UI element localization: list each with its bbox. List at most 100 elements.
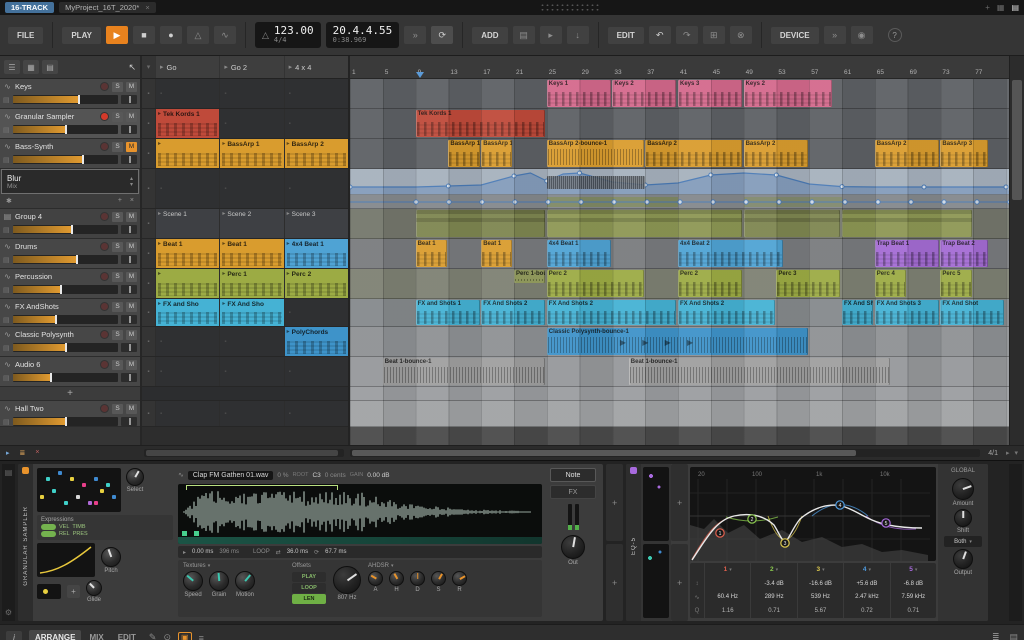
undo-icon[interactable]: ↶ xyxy=(648,26,671,44)
arranger-clip[interactable]: FX And Shots 3 xyxy=(874,300,939,325)
track-row[interactable]: ∿ Granular Sampler S M ▤ xyxy=(0,109,140,139)
tempo-display[interactable]: △ 123.00 4/4 xyxy=(254,22,321,48)
solo-button[interactable]: S xyxy=(112,141,123,152)
clip-stop-button[interactable]: ▪ xyxy=(142,169,155,208)
arranger-clip[interactable]: FX And Shot xyxy=(940,300,1005,325)
eq-band-4[interactable]: 4 ▾ +5.6 dB 2.47 kHz 0.72 xyxy=(843,563,889,618)
clip-stop-button[interactable]: ▪ xyxy=(142,299,155,326)
sample-end-value[interactable]: 396 ms xyxy=(219,549,239,555)
import-icon[interactable]: ↓ xyxy=(566,26,589,44)
eq-band-gain[interactable]: -6.8 dB xyxy=(891,577,936,591)
record-arm-button[interactable] xyxy=(100,404,109,413)
sample-percent[interactable]: 0 % xyxy=(277,472,288,479)
eq-band-q[interactable]: 0.72 xyxy=(844,604,889,618)
eq-band-3[interactable]: 3 ▾ -16.6 dB 539 Hz 5.67 xyxy=(796,563,843,618)
view-edit-button[interactable]: EDIT xyxy=(112,630,142,640)
arranger-clip[interactable]: BassArp 1 xyxy=(481,140,513,167)
eq-band-gain[interactable]: +5.6 dB xyxy=(844,577,889,591)
empty-clip-slot[interactable]: ▪ xyxy=(220,169,284,208)
add-automation-lane-icon[interactable]: + xyxy=(118,197,122,204)
pan-control[interactable] xyxy=(121,225,137,234)
empty-clip-slot[interactable]: ▪ xyxy=(284,357,348,386)
panel-pages-icon[interactable]: ▤ xyxy=(5,468,13,477)
arranger-clip[interactable] xyxy=(743,210,841,237)
add-window-icon[interactable]: + xyxy=(985,3,990,12)
project-tab-16track[interactable]: 16-TRACK xyxy=(5,2,55,13)
filter-cutoff-value[interactable]: 807 Hz xyxy=(337,595,356,601)
clip-slot[interactable]: ▸ Scene 3 xyxy=(284,209,348,238)
clear-icon[interactable]: × xyxy=(35,449,39,457)
add-play-icon[interactable]: ▸ xyxy=(539,26,562,44)
arranger-clip[interactable]: Perc 5 xyxy=(940,270,972,297)
eq-band-q[interactable]: 0.71 xyxy=(891,604,936,618)
gain-value[interactable]: 0.00 dB xyxy=(367,472,389,479)
help-icon[interactable]: ? xyxy=(887,28,902,42)
track-row[interactable]: ∿ Keys S M ▤ xyxy=(0,79,140,109)
volume-fader[interactable] xyxy=(12,95,118,104)
clip-stop-button[interactable]: ▪ xyxy=(142,139,155,168)
metronome-button[interactable]: △ xyxy=(186,26,209,44)
clip-slot[interactable]: ▸ Scene 2 xyxy=(220,209,284,238)
arranger-clip[interactable]: Perc 1-bounc xyxy=(514,270,546,283)
device-enable-led[interactable] xyxy=(630,467,637,474)
sample-waveform-display[interactable] xyxy=(178,484,542,544)
track-row[interactable]: ▤ Group 4 S M ▤ xyxy=(0,209,140,239)
eq-amount-knob[interactable] xyxy=(952,478,974,500)
empty-clip-slot[interactable]: ▪ xyxy=(156,327,220,356)
chevron-down-icon[interactable]: ▾ xyxy=(391,563,394,569)
empty-clip-slot[interactable]: ▪ xyxy=(156,401,220,426)
clip-slot[interactable]: ▸ Scene 1 xyxy=(156,209,220,238)
pan-control[interactable] xyxy=(121,343,137,352)
zoom-menu-icon[interactable]: ▸ xyxy=(1006,449,1010,457)
sample-name-field[interactable]: Clap FM Gathen 01.wav xyxy=(187,470,274,480)
song-time[interactable]: 0:38.969 xyxy=(333,36,393,45)
scene-button-2[interactable]: ▸ Go 2 xyxy=(220,56,284,78)
track-row[interactable]: ∿ Hall Two S M ▤ xyxy=(0,401,140,427)
clip-stop-button[interactable]: ▪ xyxy=(142,401,155,426)
volume-fader[interactable] xyxy=(12,417,118,426)
glide-knob[interactable] xyxy=(86,580,102,596)
clip-stop-button[interactable]: ▪ xyxy=(142,209,155,238)
solo-button[interactable]: S xyxy=(112,329,123,340)
record-arm-button[interactable] xyxy=(100,142,109,151)
clip-slot[interactable]: ▸ Tek Kords 1 xyxy=(156,109,220,138)
snap-icon[interactable]: ⊙ xyxy=(163,632,171,640)
play-start-marker[interactable] xyxy=(415,72,424,78)
eq-band-freq[interactable]: 539 Hz xyxy=(798,591,843,605)
arranger-clip[interactable]: FX and Shots 1 xyxy=(415,300,480,325)
solo-button[interactable]: S xyxy=(112,359,123,370)
record-arm-button[interactable] xyxy=(100,242,109,251)
arranger-clip[interactable] xyxy=(546,210,743,237)
arranger-clip[interactable]: BassArp 2-bounce-1 xyxy=(546,140,644,167)
follow-playhead-button[interactable]: » xyxy=(404,26,427,44)
mute-button[interactable]: M xyxy=(126,211,137,222)
eq-curve-display[interactable]: 1 2 3 4 5 20 100 1k 10k xyxy=(690,467,936,561)
record-arm-button[interactable] xyxy=(100,212,109,221)
clip-stop-button[interactable]: ▪ xyxy=(142,357,155,386)
panel-layout-icon[interactable]: ▤ xyxy=(1011,3,1019,12)
zoom-dropdown-icon[interactable]: ▾ xyxy=(1014,449,1018,457)
pan-control[interactable] xyxy=(121,315,137,324)
empty-clip-slot[interactable]: ▪ xyxy=(284,169,348,208)
expression-toggle[interactable] xyxy=(41,524,56,530)
mic-icon[interactable]: ◉ xyxy=(850,26,873,44)
grain-display[interactable] xyxy=(37,468,121,512)
loop-length-value[interactable]: 67.7 ms xyxy=(325,549,346,555)
volume-fader[interactable] xyxy=(12,285,118,294)
clip-slot[interactable]: ▸ PolyChords xyxy=(284,327,348,356)
record-arm-button[interactable] xyxy=(100,82,109,91)
mute-button[interactable]: M xyxy=(126,111,137,122)
eq-modulator-display-2[interactable] xyxy=(643,544,669,618)
empty-clip-slot[interactable]: ▪ xyxy=(284,79,348,108)
active-tool-icon[interactable]: ▣ xyxy=(178,632,192,640)
scene-button-3[interactable]: ▸ 4 x 4 xyxy=(284,56,348,78)
arranger-clip[interactable]: Perc 3 xyxy=(776,270,841,297)
add-track-button[interactable]: + xyxy=(0,387,140,401)
solo-button[interactable]: S xyxy=(112,241,123,252)
launcher-scrollbar[interactable] xyxy=(144,449,344,457)
arranger-clip[interactable]: BassArp 2 xyxy=(874,140,939,167)
track-row[interactable]: ∿ Bass-Synth S M ▤ xyxy=(0,139,140,169)
arranger-clip[interactable]: 4x4 Beat 1 xyxy=(546,240,611,267)
mute-button[interactable]: M xyxy=(126,241,137,252)
song-position[interactable]: 20.4.4.55 xyxy=(333,25,393,36)
